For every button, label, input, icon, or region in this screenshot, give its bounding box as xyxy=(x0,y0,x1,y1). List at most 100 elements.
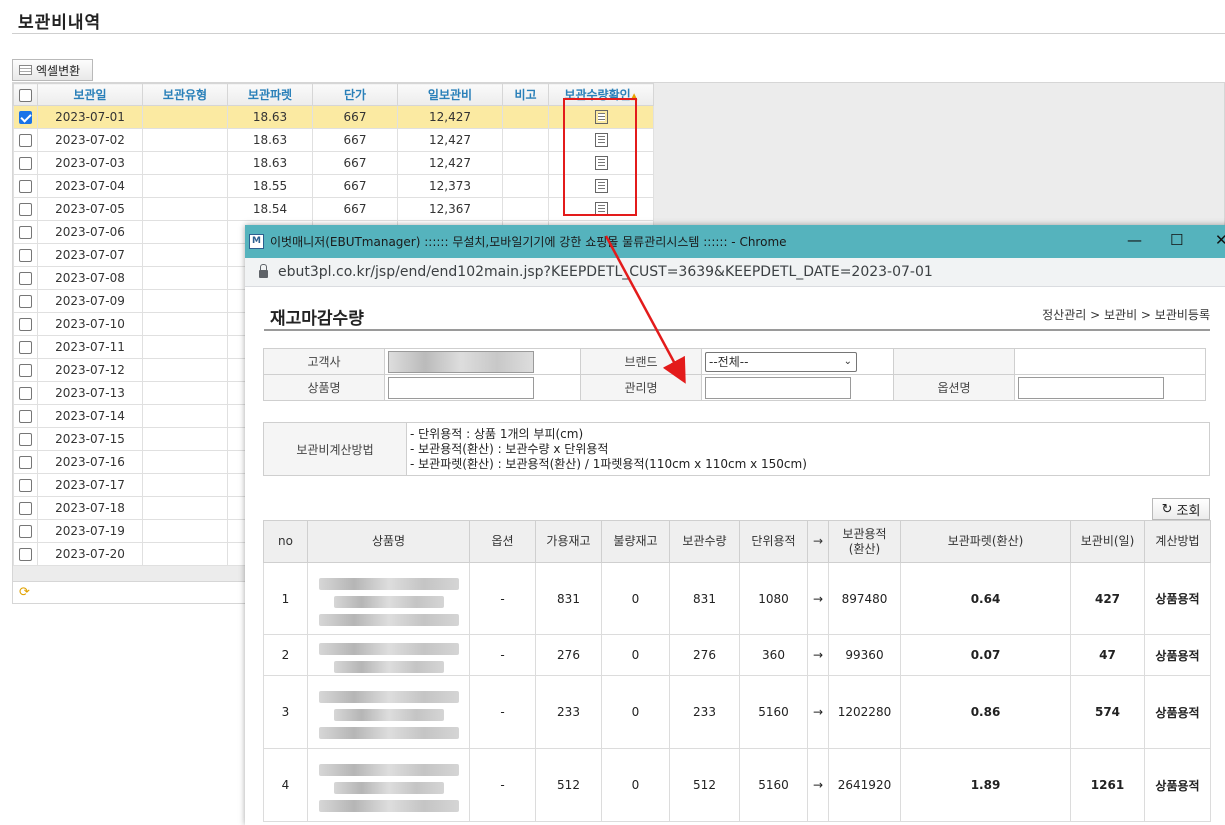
grid-refresh-icon[interactable]: ⟳ xyxy=(19,585,30,600)
row-checkbox[interactable] xyxy=(19,272,32,285)
date-cell: 2023-07-14 xyxy=(37,404,143,428)
table-row[interactable]: 2023-07-03 18.63 667 12,427 xyxy=(13,151,654,175)
row-checkbox-cell[interactable] xyxy=(13,358,38,382)
row-checkbox-cell[interactable] xyxy=(13,404,38,428)
row-checkbox[interactable] xyxy=(19,226,32,239)
row-checkbox-cell[interactable] xyxy=(13,220,38,244)
row-checkbox[interactable] xyxy=(19,479,32,492)
row-checkbox-cell[interactable] xyxy=(13,312,38,336)
manage-input[interactable] xyxy=(705,376,851,399)
row-checkbox[interactable] xyxy=(19,180,32,193)
pallet-cell: 18.63 xyxy=(227,128,313,152)
col-header-note[interactable]: 비고 xyxy=(502,83,549,106)
row-checkbox[interactable] xyxy=(19,502,32,515)
row-checkbox-cell[interactable] xyxy=(13,519,38,543)
row-checkbox-cell[interactable] xyxy=(13,335,38,359)
col-header-price[interactable]: 단가 xyxy=(312,83,398,106)
chrome-popup-window: M 이벗매니저(EBUTmanager) :::::: 무설치,모바일기기에 강… xyxy=(245,225,1225,825)
table-row: 3-233 0 233 5160 → 1202280 0.86 574 상품용적 xyxy=(263,675,1211,749)
brand-select[interactable]: --전체-- ⌄ xyxy=(705,351,857,372)
fee-cell: 1261 xyxy=(1070,748,1145,822)
table-row[interactable]: 2023-07-04 18.55 667 12,373 xyxy=(13,174,654,198)
redacted-product-name xyxy=(318,800,459,812)
row-checkbox-cell[interactable] xyxy=(13,128,38,152)
row-checkbox-cell[interactable] xyxy=(13,105,38,129)
product-cell xyxy=(384,374,581,401)
table-row[interactable]: 2023-07-01 18.63 667 12,427 xyxy=(13,105,654,129)
excel-export-button[interactable]: 엑셀변환 xyxy=(12,59,93,81)
redacted-product-name xyxy=(318,727,459,739)
brand-select-value: --전체-- xyxy=(709,354,749,369)
qty-cell: 276 xyxy=(669,634,740,676)
lock-icon xyxy=(259,264,268,278)
method-cell: 상품용적 xyxy=(1144,562,1211,635)
row-checkbox-cell[interactable] xyxy=(13,197,38,221)
maximize-icon[interactable]: ☐ xyxy=(1170,231,1183,249)
row-checkbox[interactable] xyxy=(19,203,32,216)
address-bar[interactable]: ebut3pl.co.kr/jsp/end/end102main.jsp?KEE… xyxy=(245,258,1225,287)
minimize-icon[interactable]: — xyxy=(1127,231,1142,249)
table-row[interactable]: 2023-07-02 18.63 667 12,427 xyxy=(13,128,654,152)
row-checkbox-cell[interactable] xyxy=(13,496,38,520)
address-url[interactable]: ebut3pl.co.kr/jsp/end/end102main.jsp?KEE… xyxy=(278,264,933,280)
col-header-pallet-conv: 보관파렛(환산) xyxy=(900,520,1071,563)
pallet-cell: 18.54 xyxy=(227,197,313,221)
price-cell: 667 xyxy=(312,174,398,198)
product-cell xyxy=(307,748,470,822)
col-header-avail: 가용재고 xyxy=(535,520,602,563)
row-checkbox-cell[interactable] xyxy=(13,243,38,267)
select-all-checkbox[interactable] xyxy=(19,88,32,102)
note-cell xyxy=(502,105,549,129)
row-checkbox-cell[interactable] xyxy=(13,473,38,497)
no-cell: 4 xyxy=(263,748,308,822)
row-checkbox-cell[interactable] xyxy=(13,427,38,451)
row-checkbox-cell[interactable] xyxy=(13,289,38,313)
row-checkbox[interactable] xyxy=(19,249,32,262)
row-checkbox[interactable] xyxy=(19,548,32,561)
price-cell: 667 xyxy=(312,197,398,221)
product-input[interactable] xyxy=(388,376,534,399)
customer-cell xyxy=(384,348,581,375)
annotation-highlight-box xyxy=(563,98,637,216)
col-header-no: no xyxy=(263,520,308,563)
popup-titlebar: M 이벗매니저(EBUTmanager) :::::: 무설치,모바일기기에 강… xyxy=(245,225,1225,258)
query-button[interactable]: ↻ 조회 xyxy=(1152,498,1210,520)
col-header-qty: 보관수량 xyxy=(669,520,740,563)
row-checkbox[interactable] xyxy=(19,318,32,331)
row-checkbox[interactable] xyxy=(19,157,32,170)
row-checkbox-cell[interactable] xyxy=(13,450,38,474)
row-checkbox[interactable] xyxy=(19,364,32,377)
row-checkbox[interactable] xyxy=(19,410,32,423)
arrow-cell: → xyxy=(807,562,829,635)
col-header-daily-fee[interactable]: 일보관비 xyxy=(397,83,503,106)
arrow-cell: → xyxy=(807,748,829,822)
row-checkbox[interactable] xyxy=(19,433,32,446)
row-checkbox[interactable] xyxy=(19,387,32,400)
type-cell xyxy=(142,496,228,520)
row-checkbox-cell[interactable] xyxy=(13,174,38,198)
row-checkbox[interactable] xyxy=(19,456,32,469)
table-row[interactable]: 2023-07-05 18.54 667 12,367 xyxy=(13,197,654,221)
calc-method-desc: - 단위용적 : 상품 1개의 부피(cm) - 보관용적(환산) : 보관수량… xyxy=(406,422,1210,476)
unit-cell: 360 xyxy=(739,634,808,676)
close-icon[interactable]: ✕ xyxy=(1215,231,1225,249)
row-checkbox-cell[interactable] xyxy=(13,151,38,175)
customer-input[interactable] xyxy=(388,350,534,373)
redacted-product-name xyxy=(318,577,459,590)
date-cell: 2023-07-03 xyxy=(37,151,143,175)
type-cell xyxy=(142,473,228,497)
col-header-pallet[interactable]: 보관파렛 xyxy=(227,83,313,106)
col-header-date[interactable]: 보관일 xyxy=(37,83,143,106)
col-header-type[interactable]: 보관유형 xyxy=(142,83,228,106)
row-checkbox-cell[interactable] xyxy=(13,381,38,405)
option-input[interactable] xyxy=(1018,376,1164,399)
row-checkbox[interactable] xyxy=(19,295,32,308)
row-checkbox[interactable] xyxy=(19,134,32,147)
row-checkbox-cell[interactable] xyxy=(13,542,38,566)
row-checkbox[interactable] xyxy=(19,111,32,124)
row-checkbox-cell[interactable] xyxy=(13,266,38,290)
row-checkbox[interactable] xyxy=(19,341,32,354)
select-all-cell[interactable] xyxy=(13,83,38,106)
calc-method-line: - 단위용적 : 상품 1개의 부피(cm) xyxy=(410,426,584,441)
row-checkbox[interactable] xyxy=(19,525,32,538)
